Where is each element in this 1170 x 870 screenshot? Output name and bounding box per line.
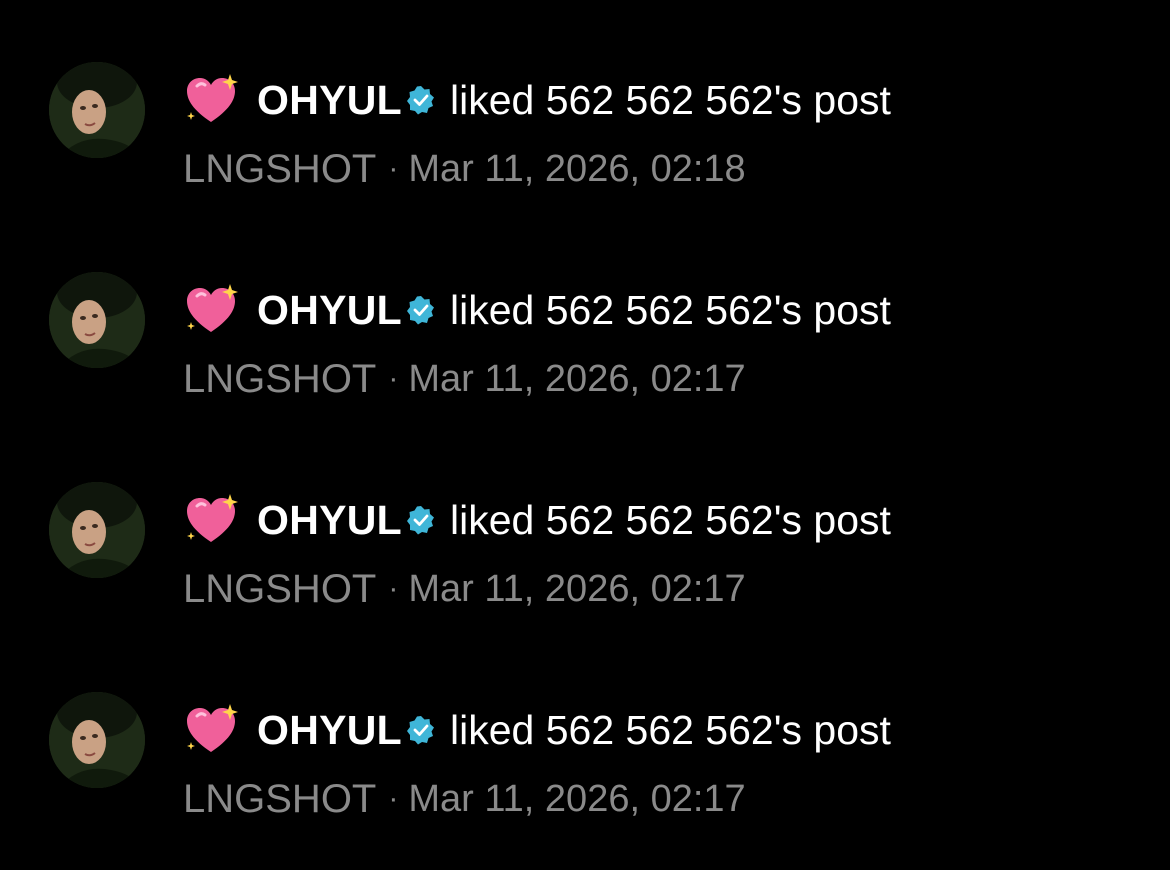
username[interactable]: OHYUL [257,497,402,544]
separator-dot: · [388,782,399,815]
avatar[interactable] [49,272,145,368]
group-name[interactable]: LNGSHOT [183,777,376,822]
separator-dot: · [388,362,399,395]
notification-text: OHYUL liked 562 562 562's post [183,280,891,340]
verified-badge-icon [406,295,436,325]
group-name[interactable]: LNGSHOT [183,147,376,192]
verified-badge-icon [406,715,436,745]
sparkling-heart-icon [183,282,239,338]
timestamp: Mar 11, 2026, 02:18 [408,147,746,190]
timestamp: Mar 11, 2026, 02:17 [408,567,746,610]
notification-action: liked 562 562 562's post [450,76,891,123]
username[interactable]: OHYUL [257,287,402,334]
username[interactable]: OHYUL [257,707,402,754]
timestamp: Mar 11, 2026, 02:17 [408,357,746,400]
notification-action: liked 562 562 562's post [450,286,891,333]
notification-item[interactable]: OHYUL liked 562 562 562's post LNGSHOT ·… [0,692,1170,842]
notification-meta: LNGSHOT · Mar 11, 2026, 02:17 [183,774,746,824]
notification-item[interactable]: OHYUL liked 562 562 562's post LNGSHOT ·… [0,272,1170,422]
avatar[interactable] [49,62,145,158]
group-name[interactable]: LNGSHOT [183,357,376,402]
group-name[interactable]: LNGSHOT [183,567,376,612]
notification-text: OHYUL liked 562 562 562's post [183,70,891,130]
notification-action: liked 562 562 562's post [450,496,891,543]
notification-meta: LNGSHOT · Mar 11, 2026, 02:17 [183,354,746,404]
verified-badge-icon [406,505,436,535]
notification-feed: OHYUL liked 562 562 562's post LNGSHOT ·… [0,0,1170,870]
sparkling-heart-icon [183,72,239,128]
sparkling-heart-icon [183,492,239,548]
username[interactable]: OHYUL [257,77,402,124]
notification-meta: LNGSHOT · Mar 11, 2026, 02:18 [183,144,746,194]
avatar[interactable] [49,482,145,578]
notification-text: OHYUL liked 562 562 562's post [183,700,891,760]
timestamp: Mar 11, 2026, 02:17 [408,777,746,820]
notification-action: liked 562 562 562's post [450,706,891,753]
notification-meta: LNGSHOT · Mar 11, 2026, 02:17 [183,564,746,614]
separator-dot: · [388,152,399,185]
notification-item[interactable]: OHYUL liked 562 562 562's post LNGSHOT ·… [0,482,1170,632]
avatar[interactable] [49,692,145,788]
verified-badge-icon [406,85,436,115]
notification-item[interactable]: OHYUL liked 562 562 562's post LNGSHOT ·… [0,62,1170,212]
notification-text: OHYUL liked 562 562 562's post [183,490,891,550]
sparkling-heart-icon [183,702,239,758]
separator-dot: · [388,572,399,605]
